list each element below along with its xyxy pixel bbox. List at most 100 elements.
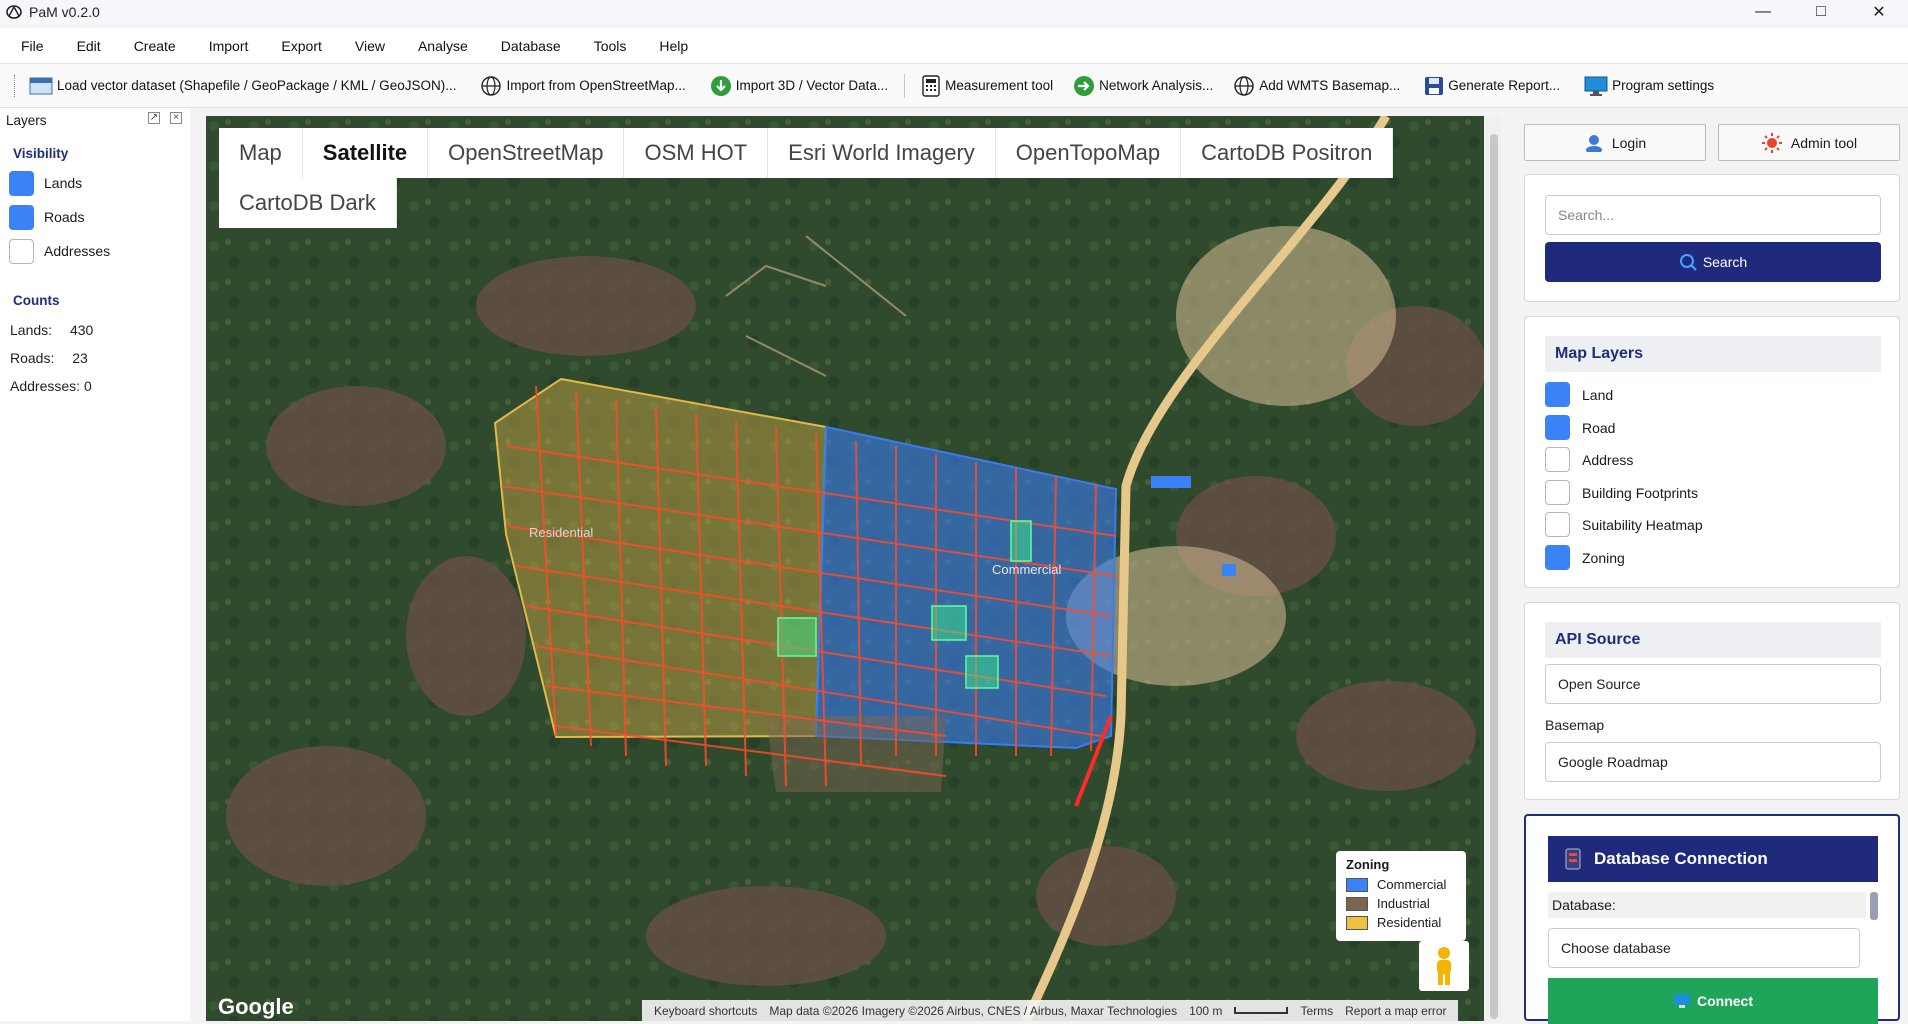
street-view-pegman-icon[interactable] (1419, 941, 1469, 991)
count-roads: Roads: 23 (10, 350, 190, 366)
load-vector-button[interactable]: Load vector dataset (Shapefile / GeoPack… (29, 75, 456, 97)
app-logo-icon (6, 5, 22, 19)
menu-export[interactable]: Export (260, 38, 333, 54)
checkbox-checked[interactable] (1545, 545, 1570, 570)
database-scrollbar[interactable] (1870, 892, 1878, 920)
database-connection-header: Database Connection (1548, 836, 1878, 882)
visibility-lands-toggle[interactable]: Lands (9, 170, 190, 196)
menu-file[interactable]: File (0, 38, 56, 54)
user-icon (1585, 134, 1602, 152)
map-scrollbar[interactable] (1485, 116, 1501, 1021)
close-button[interactable]: ✕ (1850, 0, 1908, 24)
database-connection-card: Database Connection Database: Choose dat… (1524, 814, 1900, 1024)
login-label: Login (1611, 134, 1647, 151)
map-layer-label: Suitability Heatmap (1582, 516, 1703, 533)
program-settings-button[interactable]: Program settings (1584, 75, 1714, 97)
map-layer-building-footprints-toggle[interactable]: Building Footprints (1545, 480, 1698, 505)
tab-esri-world-imagery[interactable]: Esri World Imagery (768, 128, 996, 178)
monitor-icon (1674, 994, 1690, 1008)
tab-openstreetmap[interactable]: OpenStreetMap (428, 128, 625, 178)
search-input[interactable]: Search... (1545, 195, 1881, 235)
checkbox-unchecked[interactable] (1545, 447, 1570, 472)
checkbox-unchecked[interactable] (9, 238, 34, 264)
report-error-link[interactable]: Report a map error (1345, 1004, 1446, 1018)
float-panel-icon[interactable]: ↗ (148, 112, 160, 124)
connect-button[interactable]: Connect (1548, 978, 1878, 1024)
counts-title: Counts (13, 293, 60, 308)
satellite-imagery[interactable]: Residential Commercial (206, 116, 1484, 1021)
legend-item-industrial: Industrial (1346, 894, 1456, 913)
database-label: Database: (1548, 892, 1866, 918)
menu-create[interactable]: Create (113, 38, 188, 54)
tab-cartodb-dark[interactable]: CartoDB Dark (219, 178, 397, 228)
checkbox-checked[interactable] (9, 170, 34, 196)
add-wmts-label: Add WMTS Basemap... (1259, 78, 1401, 93)
menu-help[interactable]: Help (638, 38, 700, 54)
admin-tool-button[interactable]: Admin tool (1718, 124, 1900, 161)
floppy-disk-icon (1425, 76, 1444, 95)
map-layer-land-toggle[interactable]: Land (1545, 382, 1613, 407)
map-layer-label: Land (1582, 386, 1614, 403)
measurement-tool-button[interactable]: Measurement tool (921, 74, 1053, 97)
basemap-select[interactable]: Google Roadmap (1545, 742, 1881, 782)
map-layer-suitability-heatmap-toggle[interactable]: Suitability Heatmap (1545, 512, 1703, 537)
tab-cartodb-positron[interactable]: CartoDB Positron (1181, 128, 1394, 178)
map-layer-address-toggle[interactable]: Address (1545, 447, 1633, 472)
minimize-button[interactable]: — (1734, 0, 1792, 24)
terms-link[interactable]: Terms (1300, 1004, 1333, 1018)
sun-icon (1761, 132, 1782, 153)
menu-database[interactable]: Database (480, 38, 573, 54)
checkbox-checked[interactable] (1545, 382, 1570, 407)
menu-analyse[interactable]: Analyse (397, 38, 480, 54)
search-button[interactable]: Search (1545, 242, 1881, 282)
visibility-roads-toggle[interactable]: Roads (9, 204, 190, 230)
map-layer-zoning-toggle[interactable]: Zoning (1545, 545, 1625, 570)
login-button[interactable]: Login (1524, 124, 1706, 161)
keyboard-shortcuts-link[interactable]: Keyboard shortcuts (654, 1004, 757, 1018)
checkbox-checked[interactable] (1545, 415, 1570, 440)
search-button-label: Search (1702, 254, 1748, 270)
import-osm-button[interactable]: Import from OpenStreetMap... (480, 75, 686, 97)
checkbox-unchecked[interactable] (1545, 512, 1570, 537)
search-card: Search... Search (1524, 174, 1900, 302)
legend-item-commercial: Commercial (1346, 875, 1456, 894)
admin-tool-label: Admin tool (1790, 134, 1858, 151)
layers-panel: Layers ↗ × Visibility Lands Roads Addres… (0, 108, 190, 1021)
checkbox-checked[interactable] (9, 204, 34, 230)
count-lands: Lands: 430 (10, 322, 190, 338)
map-layers-card: Map Layers Land Road Address Building Fo… (1524, 316, 1900, 588)
tab-osm-hot[interactable]: OSM HOT (624, 128, 769, 178)
scrollbar-thumb[interactable] (1490, 134, 1498, 1019)
right-panel: Login Admin tool Search... Search Map La… (1516, 116, 1908, 1024)
calculator-icon (922, 74, 940, 97)
toolbar-grip[interactable] (14, 74, 17, 97)
tab-opentopomap[interactable]: OpenTopoMap (995, 128, 1182, 178)
legend-title: Zoning (1346, 857, 1390, 872)
tab-map[interactable]: Map (219, 128, 303, 178)
menu-edit[interactable]: Edit (56, 38, 113, 54)
generate-report-label: Generate Report... (1448, 78, 1561, 93)
visibility-addresses-toggle[interactable]: Addresses (9, 238, 190, 264)
network-analysis-button[interactable]: Network Analysis... (1073, 75, 1213, 97)
visibility-roads-label: Roads (44, 209, 85, 225)
tab-satellite[interactable]: Satellite (302, 128, 429, 178)
toolbar: Load vector dataset (Shapefile / GeoPack… (0, 64, 1908, 108)
menu-tools[interactable]: Tools (573, 38, 639, 54)
maximize-button[interactable]: □ (1792, 0, 1850, 24)
layers-panel-header: Layers ↗ × (0, 108, 190, 132)
database-select[interactable]: Choose database (1548, 928, 1860, 968)
database-connection-title: Database Connection (1594, 849, 1768, 868)
count-addresses-label: Addresses: (10, 378, 81, 394)
map-view[interactable]: Residential Commercial Map Satellite Ope… (206, 116, 1484, 1021)
menu-view[interactable]: View (334, 38, 397, 54)
generate-report-button[interactable]: Generate Report... (1424, 75, 1560, 97)
map-layer-road-toggle[interactable]: Road (1545, 415, 1615, 440)
add-wmts-button[interactable]: Add WMTS Basemap... (1233, 75, 1400, 97)
checkbox-unchecked[interactable] (1545, 480, 1570, 505)
residential-zone-label: Residential (529, 525, 593, 540)
close-panel-icon[interactable]: × (170, 112, 182, 124)
menu-import[interactable]: Import (188, 38, 261, 54)
globe-icon (1234, 75, 1254, 96)
api-source-select[interactable]: Open Source (1545, 664, 1881, 704)
import-3d-button[interactable]: Import 3D / Vector Data... (710, 75, 888, 97)
